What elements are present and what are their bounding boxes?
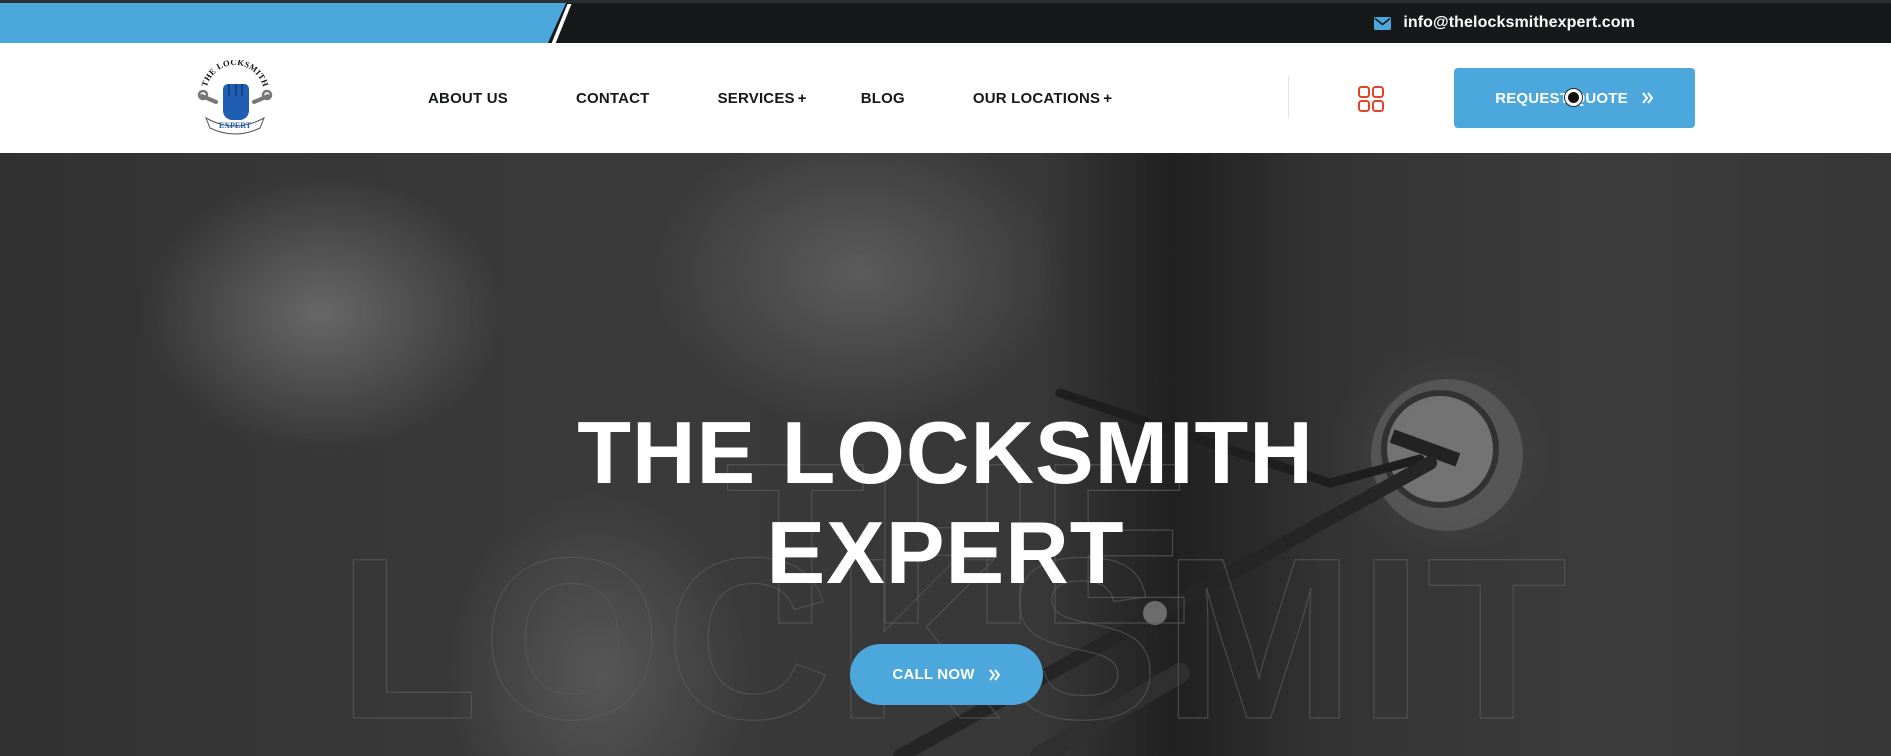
header-divider [1288, 76, 1289, 118]
site-logo[interactable]: THE LOCKSMITH EXPERT [196, 60, 274, 138]
mouse-cursor [1565, 89, 1582, 106]
call-now-button[interactable]: CALL NOW [850, 644, 1043, 705]
nav-item-label: SERVICES [717, 89, 795, 107]
nav-item-label: ABOUT US [428, 89, 508, 107]
double-chevron-right-icon [1642, 92, 1654, 104]
top-bar-accent [0, 3, 566, 43]
main-nav: ABOUT US CONTACT SERVICES + BLOG OUR LOCA… [428, 43, 1112, 153]
nav-item-label: CONTACT [575, 89, 650, 107]
plus-icon: + [1103, 89, 1113, 107]
nav-item-services[interactable]: SERVICES + [718, 90, 807, 107]
nav-item-blog[interactable]: BLOG [861, 90, 905, 107]
svg-text:EXPERT: EXPERT [219, 121, 252, 130]
hero-title-line2: EXPERT [766, 503, 1125, 602]
top-bar-email[interactable]: info@thelocksmithexpert.com [1374, 3, 1635, 43]
double-chevron-right-icon [988, 668, 1000, 681]
top-bar: info@thelocksmithexpert.com [0, 0, 1891, 46]
email-link[interactable]: info@thelocksmithexpert.com [1403, 14, 1635, 32]
nav-item-contact[interactable]: CONTACT [576, 90, 650, 107]
nav-item-about-us[interactable]: ABOUT US [428, 90, 508, 107]
nav-item-our-locations[interactable]: OUR LOCATIONS + [973, 90, 1112, 107]
request-quote-label: REQUEST QUOTE [1495, 89, 1628, 107]
nav-item-label: OUR LOCATIONS [972, 89, 1101, 107]
plus-icon: + [797, 89, 807, 107]
grid-menu-icon[interactable] [1358, 86, 1384, 112]
hero-title: THE LOCKSMITH EXPERT [0, 403, 1891, 603]
header: THE LOCKSMITH EXPERT ABOUT US CONTACT SE… [0, 43, 1891, 153]
nav-item-label: BLOG [860, 89, 905, 107]
call-now-label: CALL NOW [892, 666, 975, 683]
hero-section: THE LOCKSMIT THE LOCKSMITH EXPERT CALL N… [0, 153, 1891, 756]
svg-text:THE LOCKSMITH: THE LOCKSMITH [199, 60, 271, 88]
hero-title-line1: THE LOCKSMITH [577, 403, 1314, 502]
envelope-icon [1374, 16, 1392, 30]
page: info@thelocksmithexpert.com THE LOCKSMIT… [0, 0, 1891, 756]
